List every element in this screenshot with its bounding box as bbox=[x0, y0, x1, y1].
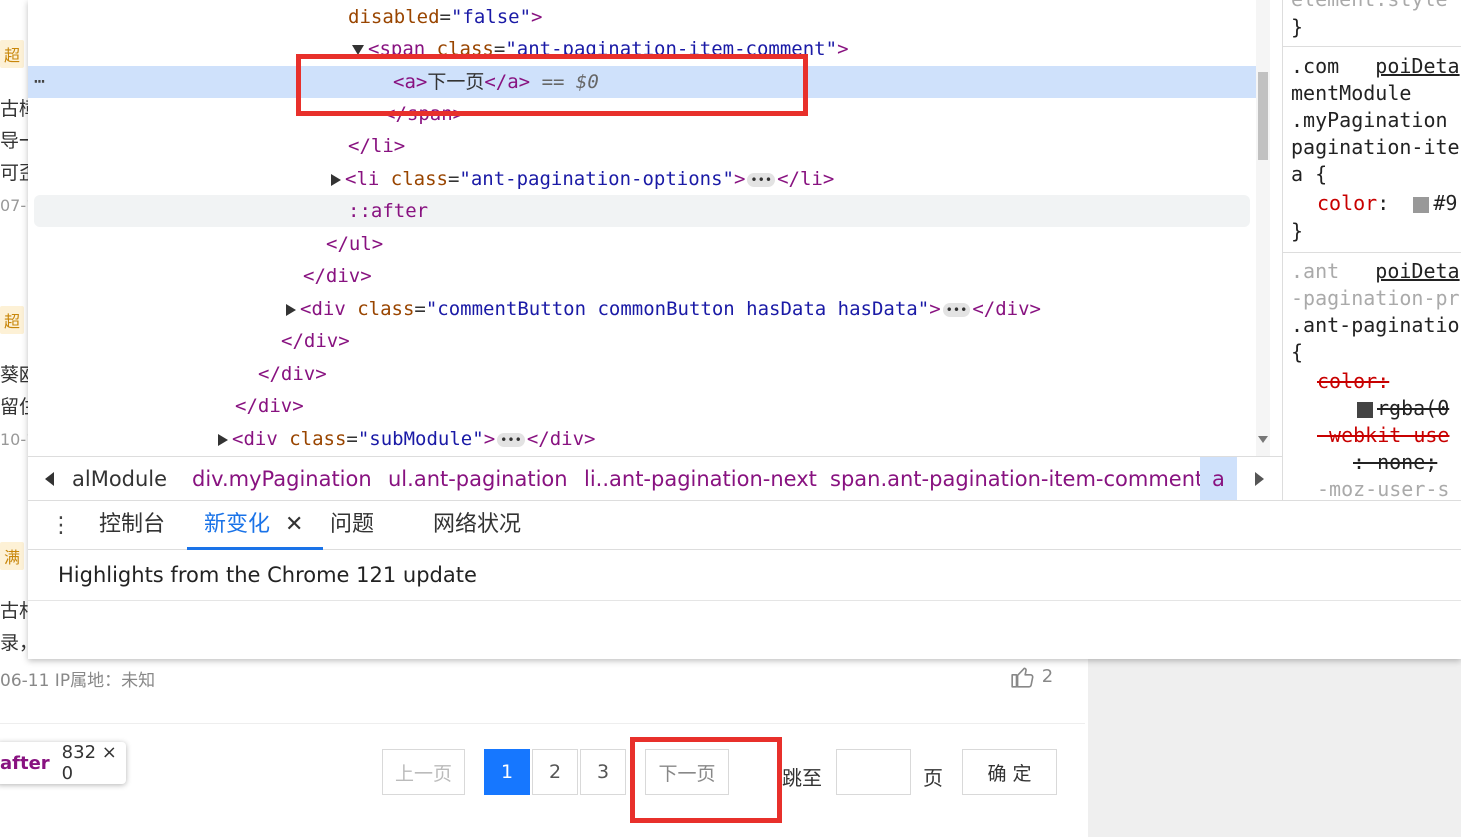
color-swatch[interactable] bbox=[1413, 196, 1430, 213]
page-side-area bbox=[1088, 650, 1461, 837]
element-tooltip: after 832 × 0 bbox=[0, 742, 126, 784]
page-suffix-label: 页 bbox=[923, 766, 943, 790]
rule-divider bbox=[1283, 46, 1461, 47]
drawer-tabbar: ⋮ 控制台 新变化 ✕ 问题 网络状况 bbox=[28, 500, 1461, 550]
expand-triangle-icon[interactable] bbox=[352, 44, 364, 55]
style-property[interactable]: color: #9 bbox=[1317, 190, 1457, 217]
rule-selector[interactable]: .ant poiDeta bbox=[1291, 258, 1460, 285]
collapse-triangle-icon[interactable] bbox=[331, 173, 341, 186]
breadcrumb-item-selected[interactable]: a bbox=[1200, 457, 1237, 501]
dom-line[interactable]: </div> bbox=[258, 358, 327, 390]
like-count: 2 bbox=[1041, 666, 1054, 687]
dom-line[interactable]: <li class="ant-pagination-options"> ••• </… bbox=[331, 163, 834, 195]
breadcrumb-right-icon[interactable] bbox=[1242, 457, 1276, 501]
breadcrumb-item[interactable]: ul.ant-pagination bbox=[388, 457, 568, 501]
like-button[interactable]: 2 bbox=[1010, 664, 1053, 690]
brace: { bbox=[1291, 340, 1304, 364]
tab-network-conditions[interactable]: 网络状况 bbox=[433, 501, 521, 549]
elements-tree[interactable]: ⋯ disabled="false"> <span class="ant-pag… bbox=[28, 0, 1256, 456]
brace: } bbox=[1291, 219, 1304, 243]
tag-badge: 超 bbox=[0, 306, 25, 334]
page-2-button[interactable]: 2 bbox=[532, 749, 578, 795]
collapse-triangle-icon[interactable] bbox=[218, 433, 228, 446]
dom-line[interactable]: </div> bbox=[303, 260, 372, 292]
dom-line[interactable]: disabled="false"> bbox=[348, 1, 543, 33]
breadcrumb-item[interactable]: span.ant-pagination-item-comment bbox=[830, 457, 1203, 501]
divider bbox=[28, 600, 1461, 601]
dom-line[interactable]: </span> bbox=[384, 98, 464, 130]
rule-divider bbox=[1283, 252, 1461, 253]
rule-selector[interactable]: -pagination-pr bbox=[1291, 285, 1460, 312]
rule-selector[interactable]: .myPagination bbox=[1291, 107, 1448, 134]
ellipsis-icon[interactable]: ••• bbox=[497, 432, 525, 447]
selected-row[interactable] bbox=[28, 66, 1256, 98]
tag-badge: 超 bbox=[0, 40, 25, 68]
rule-selector[interactable]: .com poiDeta bbox=[1291, 53, 1460, 80]
element-style-selector[interactable]: element.style bbox=[1291, 0, 1448, 13]
dom-line[interactable]: </div> bbox=[235, 390, 304, 422]
brace: } bbox=[1291, 15, 1304, 39]
breadcrumb-left-icon[interactable] bbox=[32, 457, 66, 501]
whats-new-heading[interactable]: Highlights from the Chrome 121 update bbox=[58, 563, 477, 587]
source-link[interactable]: poiDeta bbox=[1375, 54, 1459, 78]
comment-meta: 06-11 IP属地：未知 bbox=[0, 671, 156, 691]
rule-selector[interactable]: .ant-paginatio bbox=[1291, 312, 1460, 339]
source-link[interactable]: poiDeta bbox=[1375, 259, 1459, 283]
ellipsis-icon[interactable]: ••• bbox=[747, 172, 776, 187]
tab-issues[interactable]: 问题 bbox=[330, 501, 374, 549]
hovered-row[interactable] bbox=[34, 195, 1250, 227]
dom-line[interactable]: </li> bbox=[348, 130, 405, 162]
more-actions-icon[interactable]: ⋯ bbox=[34, 66, 45, 98]
drawer-content: Highlights from the Chrome 121 update bbox=[28, 550, 1461, 659]
rule-selector[interactable]: pagination-ite bbox=[1291, 134, 1460, 161]
breadcrumb-item[interactable]: li..ant-pagination-next bbox=[584, 457, 817, 501]
devtools-panel: ⋯ disabled="false"> <span class="ant-pag… bbox=[28, 0, 1461, 659]
prev-page-button[interactable]: 上一页 bbox=[382, 749, 465, 795]
elements-scrollbar[interactable] bbox=[1256, 0, 1270, 456]
styles-pane: element.style } .com poiDeta mentModule … bbox=[1282, 0, 1461, 500]
collapse-triangle-icon[interactable] bbox=[286, 303, 296, 316]
overridden-property[interactable]: -webkit-use bbox=[1317, 422, 1449, 449]
breadcrumb-item[interactable]: alModule bbox=[72, 457, 167, 501]
scroll-down-icon[interactable] bbox=[1258, 436, 1268, 443]
next-page-button[interactable]: 下一页 bbox=[645, 749, 729, 795]
dom-line[interactable]: <div class="subModule"> ••• </div> bbox=[218, 423, 595, 455]
tooltip-dims: 832 × 0 bbox=[61, 742, 117, 784]
page-1-button[interactable]: 1 bbox=[484, 749, 530, 795]
ellipsis-icon[interactable]: ••• bbox=[942, 302, 971, 317]
confirm-button[interactable]: 确 定 bbox=[962, 749, 1057, 795]
tag-badge: 满 bbox=[0, 542, 25, 570]
dom-line-selected[interactable]: <a>下一页</a> == $0 bbox=[393, 66, 599, 98]
dom-line[interactable]: </ul> bbox=[326, 228, 383, 260]
rule-selector[interactable]: mentModule bbox=[1291, 80, 1411, 107]
dom-line[interactable]: ::after bbox=[348, 195, 428, 227]
overridden-value[interactable]: rgba(0 bbox=[1357, 395, 1449, 422]
breadcrumb-item[interactable]: div.myPagination bbox=[192, 457, 372, 501]
close-tab-icon[interactable]: ✕ bbox=[285, 501, 303, 549]
page-3-button[interactable]: 3 bbox=[580, 749, 626, 795]
dom-line[interactable]: <span class="ant-pagination-item-comment… bbox=[352, 33, 849, 65]
overridden-value[interactable]: : none; bbox=[1353, 449, 1437, 476]
dom-line[interactable]: </div> bbox=[281, 325, 350, 357]
divider bbox=[0, 723, 1085, 724]
style-property[interactable]: -moz-user-s bbox=[1317, 476, 1449, 500]
dom-line[interactable]: <div class="commentButton commonButton h… bbox=[286, 293, 1041, 325]
scrollbar-thumb[interactable] bbox=[1258, 72, 1268, 160]
overridden-property[interactable]: color: bbox=[1317, 368, 1389, 395]
jump-label: 跳至 bbox=[782, 766, 822, 790]
tab-console[interactable]: 控制台 bbox=[99, 501, 165, 549]
jump-page-input[interactable] bbox=[836, 749, 911, 795]
breadcrumb: alModule div.myPagination ul.ant-paginat… bbox=[28, 456, 1282, 501]
color-swatch[interactable] bbox=[1357, 401, 1373, 418]
rule-selector[interactable]: a { bbox=[1291, 161, 1327, 188]
kebab-menu-icon[interactable]: ⋮ bbox=[50, 511, 72, 541]
tooltip-name: after bbox=[0, 752, 50, 774]
thumbs-up-icon bbox=[1011, 667, 1034, 688]
